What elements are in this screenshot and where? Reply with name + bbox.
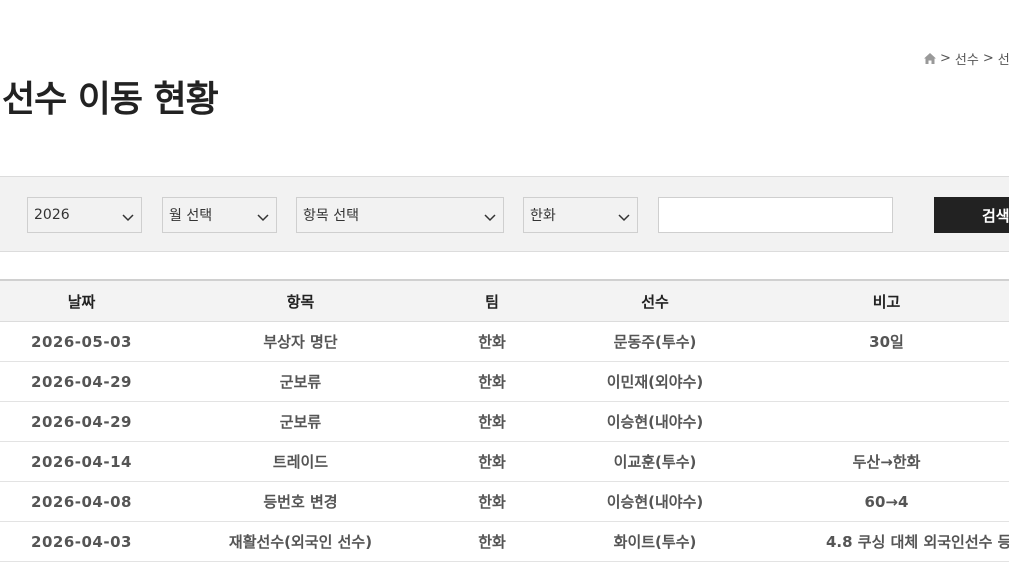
cell-team: 한화 (438, 321, 546, 362)
month-select[interactable]: 월 선택 (162, 197, 277, 233)
cell-team: 한화 (438, 521, 546, 562)
breadcrumb: > 선수 > 선 (924, 49, 1009, 68)
cell-player: 이민재(외야수) (546, 361, 764, 402)
year-select[interactable]: 2026 (27, 197, 142, 233)
column-header-player: 선수 (546, 279, 764, 322)
cell-player: 이승현(내야수) (546, 481, 764, 522)
cell-player: 이승현(내야수) (546, 401, 764, 442)
month-select-value: 월 선택 (169, 208, 213, 224)
team-select[interactable]: 한화 (523, 197, 638, 233)
cell-date: 2026-05-03 (0, 321, 163, 362)
column-header-date: 날짜 (0, 279, 163, 322)
table-row: 2026-04-03 재활선수(외국인 선수) 한화 화이트(투수) 4.8 쿠… (0, 521, 1009, 562)
chevron-down-icon (122, 210, 134, 226)
column-header-team: 팀 (438, 279, 546, 322)
table-row: 2026-04-14 트레이드 한화 이교훈(투수) 두산→한화 (0, 441, 1009, 482)
cell-player: 화이트(투수) (546, 521, 764, 562)
breadcrumb-separator: > (982, 51, 994, 66)
cell-note (764, 401, 1009, 442)
breadcrumb-item-players[interactable]: 선수 (955, 49, 979, 68)
page-title: 선수 이동 현황 (2, 79, 219, 120)
cell-team: 한화 (438, 481, 546, 522)
cell-note: 4.8 쿠싱 대체 외국인선수 등 (764, 521, 1009, 562)
cell-category: 군보류 (163, 401, 438, 442)
chevron-down-icon (257, 210, 269, 226)
table-header-row: 날짜 항목 팀 선수 비고 (0, 279, 1009, 322)
cell-date: 2026-04-14 (0, 441, 163, 482)
table-row: 2026-05-03 부상자 명단 한화 문동주(투수) 30일 (0, 321, 1009, 362)
table-row: 2026-04-29 군보류 한화 이민재(외야수) (0, 361, 1009, 402)
chevron-down-icon (484, 210, 496, 226)
cell-note: 30일 (764, 321, 1009, 362)
cell-category: 재활선수(외국인 선수) (163, 521, 438, 562)
column-header-category: 항목 (163, 279, 438, 322)
search-button[interactable]: 검색 (934, 197, 1009, 233)
cell-team: 한화 (438, 361, 546, 402)
category-select[interactable]: 항목 선택 (296, 197, 504, 233)
cell-date: 2026-04-03 (0, 521, 163, 562)
cell-category: 군보류 (163, 361, 438, 402)
category-select-value: 항목 선택 (303, 208, 359, 224)
table-row: 2026-04-08 등번호 변경 한화 이승현(내야수) 60→4 (0, 481, 1009, 522)
cell-player: 이교훈(투수) (546, 441, 764, 482)
table-row: 2026-04-29 군보류 한화 이승현(내야수) (0, 401, 1009, 442)
cell-category: 부상자 명단 (163, 321, 438, 362)
home-icon[interactable] (924, 53, 936, 64)
cell-date: 2026-04-29 (0, 401, 163, 442)
breadcrumb-item-current[interactable]: 선 (998, 49, 1009, 68)
cell-player: 문동주(투수) (546, 321, 764, 362)
breadcrumb-separator: > (940, 51, 951, 66)
cell-date: 2026-04-29 (0, 361, 163, 402)
cell-team: 한화 (438, 441, 546, 482)
cell-note: 60→4 (764, 481, 1009, 522)
player-transfer-table: 날짜 항목 팀 선수 비고 2026-05-03 부상자 명단 한화 문동주(투… (0, 279, 1009, 562)
filter-bar: 2026 월 선택 항목 선택 한화 검색 (0, 176, 1009, 252)
cell-team: 한화 (438, 401, 546, 442)
cell-category: 트레이드 (163, 441, 438, 482)
chevron-down-icon (618, 210, 630, 226)
team-select-value: 한화 (530, 208, 556, 224)
column-header-note: 비고 (764, 279, 1009, 322)
cell-category: 등번호 변경 (163, 481, 438, 522)
search-input[interactable] (658, 197, 893, 233)
cell-note (764, 361, 1009, 402)
cell-note: 두산→한화 (764, 441, 1009, 482)
cell-date: 2026-04-08 (0, 481, 163, 522)
year-select-value: 2026 (34, 207, 70, 223)
